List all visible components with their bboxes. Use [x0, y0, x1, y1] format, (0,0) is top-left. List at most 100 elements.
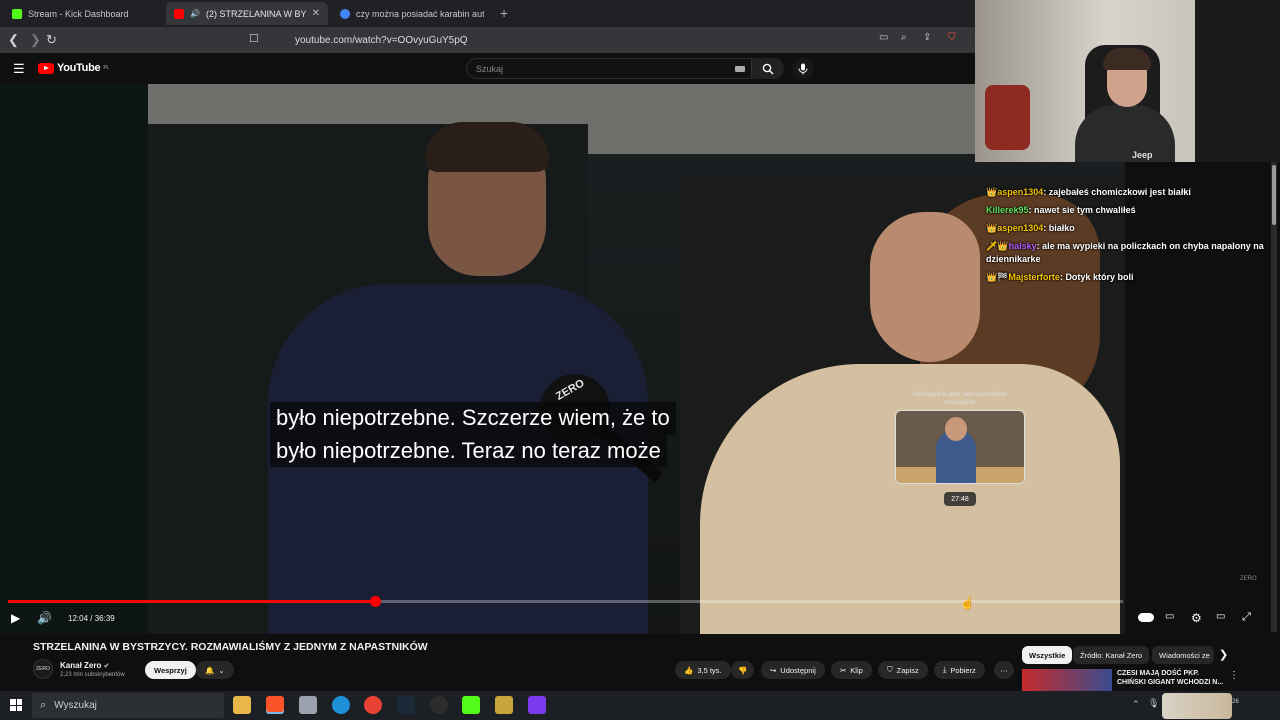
clip-button[interactable]: ✂ Klip	[831, 661, 872, 679]
chat-badge-icon: 👑🏁	[986, 272, 1009, 282]
share-page-icon[interactable]: ⇪	[923, 32, 931, 43]
chat-username[interactable]: halsky	[1009, 241, 1037, 251]
steam-icon[interactable]	[397, 696, 415, 714]
download-icon: ⤓	[943, 665, 947, 674]
file-explorer-icon[interactable]	[233, 696, 251, 714]
chat-scrollbar-thumb[interactable]	[1272, 165, 1276, 225]
recommended-video-title[interactable]: CZESI MAJĄ DOŚĆ PKP. CHIŃSKI GIGANT WCHO…	[1117, 669, 1227, 687]
zoom-icon[interactable]: ⌕	[901, 32, 907, 43]
google-favicon-icon	[340, 8, 350, 19]
clip-label: Klip	[850, 665, 863, 675]
cast-icon[interactable]: ▭	[879, 32, 888, 43]
logo-text: YouTube	[57, 62, 101, 74]
url-text: youtube.com/watch?v=OOvyuGuY5pQ	[295, 34, 468, 46]
hamburger-menu-icon[interactable]: ☰	[13, 61, 25, 77]
autoplay-toggle[interactable]	[1138, 613, 1154, 622]
app-icon[interactable]	[495, 696, 513, 714]
progress-played	[8, 600, 375, 603]
more-vert-icon[interactable]: ⋮	[1229, 670, 1239, 681]
channel-name[interactable]: Kanał Zero ✔	[60, 661, 109, 670]
obs-studio-icon[interactable]	[430, 696, 448, 714]
tray-chevron-up-icon[interactable]: ⌃	[1132, 699, 1140, 710]
taskbar-search[interactable]: ⌕ Wyszukaj	[32, 693, 224, 718]
streamer-hair	[1103, 48, 1151, 70]
seek-hint-label: Podciągnij w górę, aby wyszukiwać precyz…	[913, 392, 1007, 406]
chat-text: białko	[1048, 223, 1075, 233]
dislike-button[interactable]: 👎	[731, 661, 755, 679]
subtitles: było niepotrzebne. Szczerze wiem, że to …	[270, 402, 676, 468]
chat-username[interactable]: Killerek95	[986, 205, 1029, 215]
reload-icon[interactable]: ↻	[46, 32, 57, 48]
kick-app-icon[interactable]	[462, 696, 480, 714]
video-details: STRZELANINA W BYSTRZYCY. ROZMAWIALIŚMY Z…	[0, 634, 1280, 691]
app-icon[interactable]	[528, 696, 546, 714]
brave-shield-icon[interactable]: ⛉	[948, 32, 956, 43]
video-title: STRZELANINA W BYSTRZYCY. ROZMAWIALIŚMY Z…	[33, 641, 428, 653]
chat-username[interactable]: Majsterforte	[1008, 272, 1060, 282]
taskbar-widget-image[interactable]	[1162, 693, 1232, 719]
thumbs-up-icon: 👍	[684, 665, 694, 675]
share-button[interactable]: ↪ Udostępnij	[761, 661, 825, 679]
chip-news[interactable]: Wiadomości ze	[1152, 646, 1214, 664]
chrome-browser-icon[interactable]	[364, 696, 382, 714]
time-display: 12:04 / 36:39	[68, 614, 115, 623]
settings-gear-icon[interactable]: ⚙	[1191, 611, 1202, 625]
voice-search-button[interactable]	[792, 58, 814, 80]
video-player[interactable]	[0, 84, 1125, 634]
edge-browser-icon[interactable]	[332, 696, 350, 714]
search-input[interactable]: Szukaj	[466, 58, 752, 79]
address-bar[interactable]: youtube.com/watch?v=OOvyuGuY5pQ	[270, 30, 870, 50]
volume-icon[interactable]: 🔊	[37, 611, 52, 625]
chevron-right-icon[interactable]: ❯	[1219, 648, 1228, 661]
windows-start-icon[interactable]	[10, 699, 22, 711]
close-tab-icon[interactable]: ✕	[312, 8, 320, 19]
bookmark-icon[interactable]: ☐	[249, 32, 259, 45]
download-button[interactable]: ⤓ Pobierz	[934, 661, 985, 679]
chat-message: 👑aspen1304: białko	[986, 222, 1271, 235]
forward-arrow-icon[interactable]: ❯	[30, 32, 41, 48]
save-button[interactable]: ⛉ Zapisz	[878, 661, 928, 679]
chat-text: nawet sie tym chwaliłeś	[1034, 205, 1136, 215]
chat-username[interactable]: aspen1304	[997, 187, 1043, 197]
new-tab-plus-icon[interactable]: +	[500, 5, 508, 21]
tab-google-search[interactable]: czy można posiadać karabin automat	[332, 2, 492, 25]
chat-message: 👑🏁Majsterforte: Dotyk który boli	[986, 271, 1271, 284]
seek-preview-thumbnail	[895, 410, 1025, 484]
more-actions-button[interactable]: ⋯	[994, 661, 1014, 679]
tab-kick-dashboard[interactable]: Stream - Kick Dashboard	[4, 2, 164, 25]
channel-avatar[interactable]: ZERO	[33, 659, 53, 679]
tab-title: (2) STRZELANINA W BYSTRZYC	[205, 8, 306, 19]
chat-scrollbar[interactable]	[1271, 162, 1277, 632]
app-icon[interactable]	[299, 696, 317, 714]
avatar-text: ZERO	[36, 666, 50, 672]
fullscreen-icon[interactable]: ⤢	[1242, 611, 1251, 624]
chat-badge-icon: 👑	[986, 223, 998, 233]
like-count: 3,5 tys.	[697, 665, 722, 675]
caption-line: było niepotrzebne. Szczerze wiem, że to	[270, 402, 676, 435]
tab-youtube-video[interactable]: 🔊 (2) STRZELANINA W BYSTRZYC ✕	[166, 2, 328, 25]
microphone-tray-icon[interactable]: 🎙	[1148, 698, 1159, 709]
thumbs-down-icon: 👎	[738, 665, 748, 675]
speaker-icon[interactable]: 🔊	[190, 9, 200, 18]
search-icon	[762, 63, 774, 74]
scrubber-handle[interactable]	[370, 596, 381, 607]
tab-title: czy można posiadać karabin automat	[356, 8, 484, 19]
keyboard-icon[interactable]	[735, 65, 745, 72]
recommended-video-thumbnail[interactable]	[1022, 669, 1112, 691]
theater-mode-icon[interactable]: ▭	[1216, 611, 1225, 622]
brave-browser-icon[interactable]	[266, 696, 284, 714]
chip-source-channel[interactable]: Źródło: Kanał Zero	[1073, 646, 1150, 664]
chip-all[interactable]: Wszystkie	[1022, 646, 1073, 664]
notifications-button[interactable]: 🔔 ⌄	[196, 661, 234, 679]
chat-username[interactable]: aspen1304	[997, 223, 1043, 233]
support-button[interactable]: Wesprzyj	[145, 661, 196, 679]
streamer-body	[1075, 105, 1175, 162]
subtitles-icon[interactable]: ▭	[1165, 611, 1174, 622]
play-icon[interactable]: ▶	[11, 611, 20, 625]
like-button[interactable]: 👍 3,5 tys.	[675, 661, 731, 679]
chat-message: Killerek95: nawet sie tym chwaliłeś	[986, 204, 1271, 217]
youtube-logo[interactable]: YouTube PL	[38, 62, 109, 74]
interviewee-hair	[425, 122, 549, 172]
search-button[interactable]	[752, 58, 784, 79]
back-arrow-icon[interactable]: ❮	[8, 32, 19, 48]
